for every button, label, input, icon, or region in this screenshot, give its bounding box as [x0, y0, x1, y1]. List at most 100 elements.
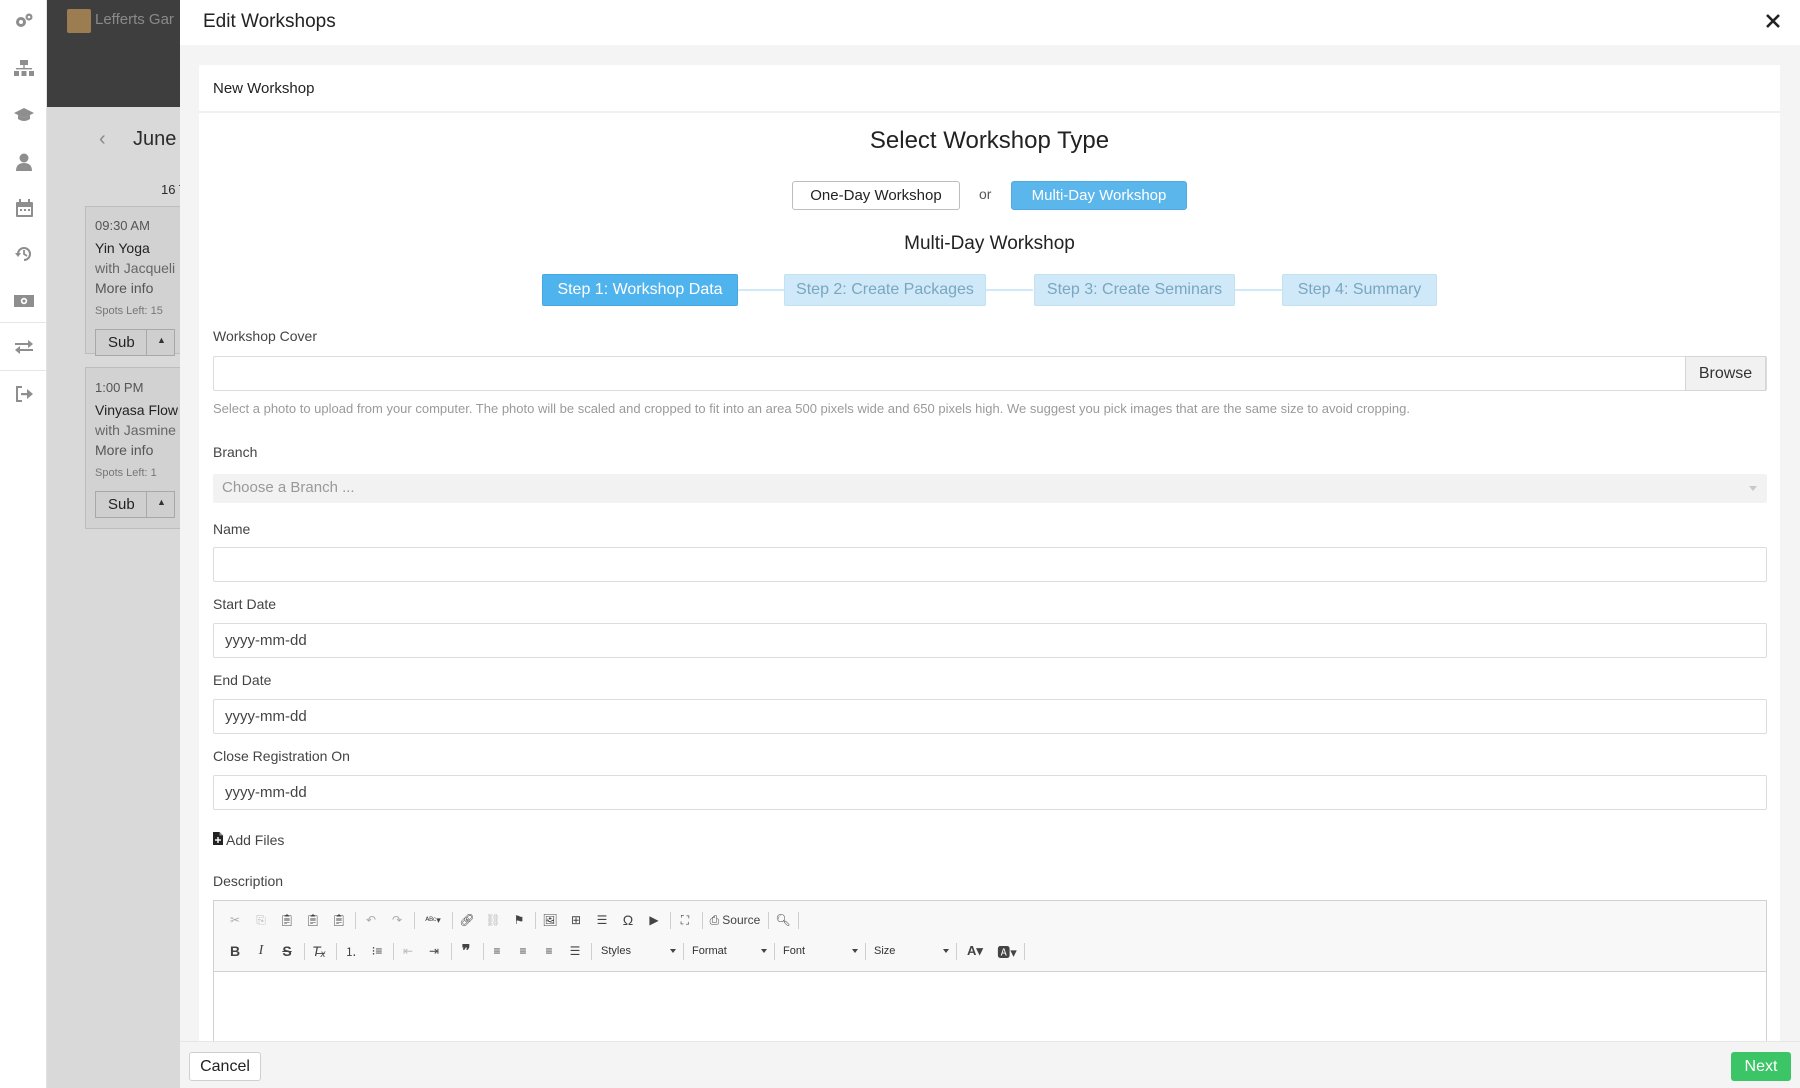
class-card: 1:00 PM Vinyasa Flow with Jasmine More i…	[85, 367, 187, 529]
step-create-packages[interactable]: Step 2: Create Packages	[784, 274, 986, 306]
background-color-icon[interactable]: 🅰︎▾	[994, 942, 1020, 960]
close-registration-field[interactable]: yyyy-mm-dd	[213, 775, 1767, 810]
copy-icon[interactable]: ⎘	[252, 911, 270, 929]
size-dropdown[interactable]: Size	[871, 941, 951, 961]
align-center-icon[interactable]: ≡	[514, 942, 532, 960]
unlink-icon[interactable]: ⛓︎	[484, 911, 502, 929]
image-icon[interactable]: 🖼︎	[541, 911, 559, 929]
user-icon[interactable]	[13, 151, 35, 173]
toolbar-separator	[451, 943, 452, 960]
toolbar-separator	[414, 912, 415, 929]
toolbar-separator	[304, 943, 305, 960]
spellcheck-icon[interactable]: ᴬᴮᶜ▾	[420, 911, 446, 929]
align-justify-icon[interactable]: ☰	[566, 942, 584, 960]
blockquote-icon[interactable]: ❞	[457, 942, 475, 960]
one-day-workshop-button[interactable]: One-Day Workshop	[792, 181, 960, 210]
bulleted-list-icon[interactable]: ⁝≡	[368, 942, 386, 960]
money-icon[interactable]	[13, 290, 35, 312]
class-spots: Spots Left: 1	[95, 467, 157, 479]
caret-down-icon	[1749, 486, 1757, 491]
workshop-cover-field[interactable]: Browse	[213, 356, 1767, 391]
toolbar-separator	[774, 943, 775, 960]
cancel-button[interactable]: Cancel	[189, 1052, 261, 1081]
start-date-value: yyyy-mm-dd	[225, 632, 307, 649]
toolbar-separator	[670, 912, 671, 929]
caret-up-icon: ▲	[157, 497, 166, 507]
step-summary[interactable]: Step 4: Summary	[1282, 274, 1437, 306]
exchange-icon[interactable]	[13, 336, 35, 358]
styles-dropdown[interactable]: Styles	[598, 941, 678, 961]
gears-icon[interactable]	[13, 10, 35, 32]
toolbar-separator	[683, 943, 684, 960]
history-icon[interactable]	[13, 243, 35, 265]
size-label: Size	[874, 945, 896, 957]
description-editor[interactable]: ✂ ⎘ 📋︎ 📋︎ 📋︎ ↶ ↷ ᴬᴮᶜ▾ 🔗︎ ⛓︎ ⚑ 🖼︎ ⊞ ☰ Ω ▶…	[213, 900, 1767, 1060]
cut-icon[interactable]: ✂	[226, 911, 244, 929]
selected-type-heading: Multi-Day Workshop	[904, 233, 1075, 254]
redo-icon[interactable]: ↷	[388, 911, 406, 929]
format-dropdown[interactable]: Format	[689, 941, 769, 961]
paste-icon[interactable]: 📋︎	[278, 911, 296, 929]
font-dropdown[interactable]: Font	[780, 941, 860, 961]
maximize-icon[interactable]: ⛶	[676, 911, 694, 929]
align-right-icon[interactable]: ≡	[540, 942, 558, 960]
toolbar-separator	[336, 943, 337, 960]
editor-toolbar: ✂ ⎘ 📋︎ 📋︎ 📋︎ ↶ ↷ ᴬᴮᶜ▾ 🔗︎ ⛓︎ ⚑ 🖼︎ ⊞ ☰ Ω ▶…	[214, 901, 1766, 972]
close-registration-label: Close Registration On	[213, 748, 350, 764]
calendar-icon[interactable]	[13, 197, 35, 219]
step-create-seminars[interactable]: Step 3: Create Seminars	[1034, 274, 1235, 306]
modal-footer: Cancel Next	[180, 1041, 1800, 1088]
sidebar-rail	[0, 0, 47, 1088]
indent-icon[interactable]: ⇥	[425, 942, 443, 960]
anchor-icon[interactable]: ⚑	[510, 911, 528, 929]
preview-icon[interactable]: 🔍︎	[774, 911, 792, 929]
paste-text-icon[interactable]: 📋︎	[304, 911, 322, 929]
youtube-icon[interactable]: ▶	[645, 911, 663, 929]
horizontal-rule-icon[interactable]: ☰	[593, 911, 611, 929]
start-date-field[interactable]: yyyy-mm-dd	[213, 623, 1767, 658]
remove-format-icon[interactable]: T̶ₓ	[310, 942, 328, 960]
outdent-icon[interactable]: ⇤	[399, 942, 417, 960]
step-workshop-data[interactable]: Step 1: Workshop Data	[542, 274, 738, 306]
step-connector	[986, 289, 1033, 291]
toolbar-separator	[393, 943, 394, 960]
special-char-icon[interactable]: Ω	[619, 911, 637, 929]
add-files-link[interactable]: Add Files	[213, 832, 284, 848]
undo-icon[interactable]: ↶	[362, 911, 380, 929]
strikethrough-icon[interactable]: S	[278, 942, 296, 960]
font-label: Font	[783, 945, 806, 957]
toolbar-separator	[1024, 943, 1025, 960]
sub-button: Sub ▲	[95, 491, 175, 518]
paste-word-icon[interactable]: 📋︎	[330, 911, 348, 929]
class-time: 09:30 AM	[95, 218, 150, 233]
text-color-icon[interactable]: A▾	[962, 942, 988, 960]
rail-divider	[0, 322, 47, 323]
italic-icon[interactable]: I	[252, 942, 270, 960]
numbered-list-icon[interactable]: ⒈	[342, 942, 360, 960]
toolbar-separator	[483, 943, 484, 960]
workshop-cover-label: Workshop Cover	[213, 328, 318, 344]
source-button[interactable]: ⎙ Source	[708, 911, 762, 929]
background-banner: Lefferts Gar	[47, 0, 187, 107]
table-icon[interactable]: ⊞	[567, 911, 585, 929]
next-button[interactable]: Next	[1731, 1052, 1791, 1081]
graduation-cap-icon[interactable]	[13, 104, 35, 126]
browse-button[interactable]: Browse	[1685, 356, 1766, 391]
multi-day-workshop-button[interactable]: Multi-Day Workshop	[1011, 181, 1187, 210]
class-name: Yin Yoga	[95, 240, 150, 256]
end-date-field[interactable]: yyyy-mm-dd	[213, 699, 1767, 734]
name-field[interactable]	[213, 547, 1767, 582]
toolbar-separator	[798, 912, 799, 929]
bold-icon[interactable]: B	[226, 942, 244, 960]
caret-down-icon	[943, 949, 949, 953]
caret-down-icon	[761, 949, 767, 953]
close-icon[interactable]	[1761, 9, 1785, 33]
link-icon[interactable]: 🔗︎	[458, 911, 476, 929]
sign-out-icon[interactable]	[13, 383, 35, 405]
align-left-icon[interactable]: ≡	[488, 942, 506, 960]
branch-select[interactable]: Choose a Branch ...	[213, 474, 1767, 503]
class-name: Vinyasa Flow	[95, 402, 179, 418]
sub-label: Sub	[108, 496, 135, 513]
branch-placeholder: Choose a Branch ...	[222, 479, 355, 496]
sitemap-icon[interactable]	[13, 57, 35, 79]
